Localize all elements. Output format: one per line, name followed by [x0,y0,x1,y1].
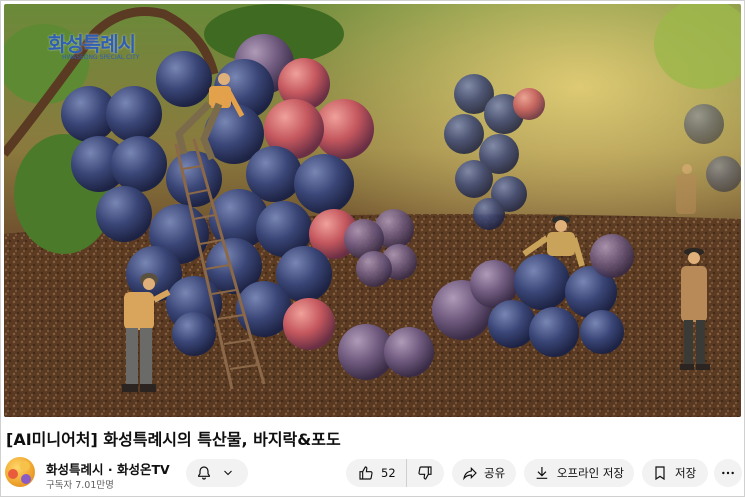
more-icon [722,471,734,475]
notification-button[interactable] [186,459,248,487]
share-icon [463,466,477,481]
channel-watermark-sub: HWASEONG SPECIAL CITY [62,54,140,61]
bookmark-icon [655,466,665,481]
like-dislike-group: 52 [346,459,444,487]
thumbs-up-icon [359,466,373,480]
offline-save-label: 오프라인 저장 [556,466,624,480]
chevron-down-icon [224,470,232,476]
video-thumbnail-image [4,4,741,417]
like-button[interactable]: 52 [346,459,407,487]
channel-row: 화성특례시 · 화성온TV 구독자 7.01만명 52 공유 오프라인 저장 저… [0,455,745,495]
download-icon [536,467,548,479]
video-title: [AI미니어처] 화성특례시의 특산물, 바지락&포도 [6,430,341,449]
more-actions-button[interactable] [714,459,742,487]
subscriber-count: 구독자 7.01만명 [46,480,114,491]
thumbs-down-icon [418,466,432,480]
offline-save-button[interactable]: 오프라인 저장 [524,459,634,487]
channel-name[interactable]: 화성특례시 · 화성온TV [46,459,170,478]
like-count: 52 [381,466,396,480]
save-label: 저장 [675,466,697,480]
bell-icon [198,466,210,480]
share-label: 공유 [484,466,506,480]
channel-avatar[interactable] [5,457,35,487]
dislike-button[interactable] [407,465,443,481]
video-player[interactable]: 화성특례시 HWASEONG SPECIAL CITY [4,4,741,417]
save-button[interactable]: 저장 [642,459,708,487]
channel-watermark: 화성특례시 [48,32,136,56]
share-button[interactable]: 공유 [452,459,516,487]
